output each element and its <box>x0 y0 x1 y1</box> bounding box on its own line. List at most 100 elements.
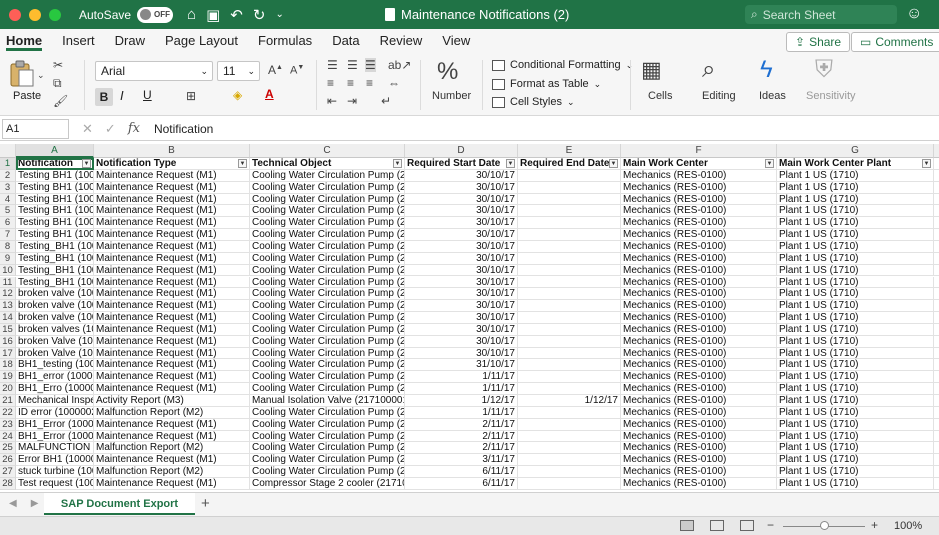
table-cell[interactable]: Cooling Water Circulation Pump (217 <box>250 181 405 194</box>
table-cell[interactable]: Maintenance Request (M1) <box>94 193 250 206</box>
table-cell[interactable]: Cooling Water Circulation Pump (217 <box>250 454 405 467</box>
column-header-overflow[interactable] <box>934 144 939 158</box>
table-cell[interactable]: 30/10/17 <box>405 252 518 265</box>
table-cell[interactable]: 30/10/17 <box>405 347 518 360</box>
table-cell[interactable]: Cooling Water Circulation Pump (217 <box>250 169 405 182</box>
row-header[interactable]: 24 <box>0 430 16 443</box>
table-cell[interactable]: Plant 1 US (1710) <box>777 288 934 301</box>
table-cell[interactable]: Plant 1 US (1710) <box>777 181 934 194</box>
editing-search-icon[interactable]: ⌕ <box>702 56 715 84</box>
table-cell[interactable]: Maintenance Request (M1) <box>94 477 250 490</box>
header-cell[interactable]: Notification ▼ <box>16 158 94 170</box>
add-sheet-icon[interactable]: + <box>201 495 210 512</box>
table-cell[interactable] <box>934 276 939 289</box>
table-cell[interactable]: Maintenance Request (M1) <box>94 240 250 253</box>
table-cell[interactable] <box>518 205 621 218</box>
table-cell[interactable]: Maintenance Request (M1) <box>94 300 250 313</box>
table-cell[interactable]: 2/11/17 <box>405 442 518 455</box>
column-header-b[interactable]: B <box>94 144 250 158</box>
feedback-smiley-icon[interactable]: ☺ <box>906 5 922 23</box>
sensitivity-icon[interactable]: ⛨ <box>815 56 833 84</box>
table-cell[interactable]: Cooling Water Circulation Pump (217 <box>250 430 405 443</box>
table-cell[interactable]: Mechanics (RES-0100) <box>621 217 777 230</box>
table-cell[interactable]: Plant 1 US (1710) <box>777 442 934 455</box>
table-cell[interactable]: Maintenance Request (M1) <box>94 347 250 360</box>
table-cell[interactable]: Testing BH1 (1000 <box>16 217 94 230</box>
row-header[interactable]: 11 <box>0 276 16 289</box>
table-cell[interactable]: Cooling Water Circulation Pump (217 <box>250 323 405 336</box>
table-cell[interactable]: ID error (1000002 <box>16 406 94 419</box>
table-cell[interactable]: broken valve (100 <box>16 288 94 301</box>
table-cell[interactable]: Plant 1 US (1710) <box>777 193 934 206</box>
table-cell[interactable]: broken valve (100 <box>16 300 94 313</box>
align-top-icon[interactable]: ☰ <box>327 58 338 72</box>
header-cell[interactable]: Notification Type ▼ <box>94 158 250 170</box>
header-cell[interactable]: Required End Date ▼ <box>518 158 621 170</box>
table-cell[interactable]: 6/11/17 <box>405 466 518 478</box>
table-cell[interactable]: Maintenance Request (M1) <box>94 288 250 301</box>
table-cell[interactable]: Mechanics (RES-0100) <box>621 347 777 360</box>
insert-function-icon[interactable]: fx <box>128 121 140 136</box>
italic-button[interactable]: I <box>120 88 124 103</box>
paste-icon[interactable] <box>9 60 35 88</box>
table-cell[interactable]: Cooling Water Circulation Pump (217 <box>250 276 405 289</box>
table-cell[interactable]: Mechanics (RES-0100) <box>621 240 777 253</box>
fill-color-icon[interactable]: ◈ <box>233 88 242 102</box>
row-header[interactable]: 1 <box>0 158 16 170</box>
table-cell[interactable]: BH1_testing (1000 <box>16 359 94 372</box>
cells-label[interactable]: Cells <box>648 90 672 102</box>
row-header[interactable]: 27 <box>0 466 16 478</box>
table-cell[interactable]: Mechanics (RES-0100) <box>621 229 777 241</box>
table-cell[interactable]: Maintenance Request (M1) <box>94 169 250 182</box>
table-cell[interactable]: Maintenance Request (M1) <box>94 454 250 467</box>
table-cell[interactable] <box>518 371 621 384</box>
table-cell[interactable]: Plant 1 US (1710) <box>777 229 934 241</box>
align-middle-icon[interactable]: ☰ <box>347 58 358 72</box>
table-cell[interactable]: Mechanics (RES-0100) <box>621 205 777 218</box>
table-cell[interactable] <box>518 312 621 324</box>
table-cell[interactable] <box>934 229 939 241</box>
save-icon[interactable]: ▣ <box>206 6 220 24</box>
search-sheet-input[interactable]: ⌕ Search Sheet <box>745 5 897 24</box>
table-cell[interactable]: 30/10/17 <box>405 217 518 230</box>
table-cell[interactable]: 1/12/17 <box>518 395 621 407</box>
tab-insert[interactable]: Insert <box>62 33 95 50</box>
table-cell[interactable] <box>934 240 939 253</box>
table-cell[interactable]: Mechanics (RES-0100) <box>621 288 777 301</box>
select-all-corner[interactable] <box>0 144 16 158</box>
table-cell[interactable]: broken Valve (100 <box>16 347 94 360</box>
table-cell[interactable]: Plant 1 US (1710) <box>777 347 934 360</box>
filter-dropdown-icon[interactable]: ▼ <box>922 159 931 168</box>
table-cell[interactable]: Mechanics (RES-0100) <box>621 371 777 384</box>
table-cell[interactable]: Plant 1 US (1710) <box>777 300 934 313</box>
table-cell[interactable]: Plant 1 US (1710) <box>777 477 934 490</box>
row-header[interactable]: 5 <box>0 205 16 218</box>
column-header-a[interactable]: A <box>16 144 94 158</box>
table-cell[interactable] <box>934 312 939 324</box>
table-cell[interactable]: BH1_Error (10000 <box>16 430 94 443</box>
table-cell[interactable]: Activity Report (M3) <box>94 395 250 407</box>
table-cell[interactable] <box>934 430 939 443</box>
table-cell[interactable]: Mechanics (RES-0100) <box>621 169 777 182</box>
table-cell[interactable]: Cooling Water Circulation Pump (217 <box>250 252 405 265</box>
row-header[interactable]: 23 <box>0 418 16 431</box>
table-cell[interactable] <box>518 383 621 395</box>
home-icon[interactable]: ⌂ <box>187 6 196 23</box>
table-cell[interactable]: 30/10/17 <box>405 205 518 218</box>
row-header[interactable]: 14 <box>0 312 16 324</box>
filter-dropdown-icon[interactable]: ▼ <box>506 159 515 168</box>
table-cell[interactable]: Cooling Water Circulation Pump (217 <box>250 229 405 241</box>
table-cell[interactable] <box>934 442 939 455</box>
table-cell[interactable]: BH1_Erro (100000 <box>16 383 94 395</box>
tab-draw[interactable]: Draw <box>115 33 145 50</box>
table-cell[interactable] <box>934 205 939 218</box>
tab-data[interactable]: Data <box>332 33 359 50</box>
table-cell[interactable]: Cooling Water Circulation Pump (217 <box>250 466 405 478</box>
header-cell[interactable]: Main Work Center ▼ <box>621 158 777 170</box>
percent-icon[interactable]: % <box>437 58 458 86</box>
table-cell[interactable]: 30/10/17 <box>405 229 518 241</box>
cut-icon[interactable]: ✂ <box>53 58 63 72</box>
table-cell[interactable] <box>518 347 621 360</box>
table-cell[interactable] <box>518 406 621 419</box>
table-cell[interactable] <box>518 300 621 313</box>
